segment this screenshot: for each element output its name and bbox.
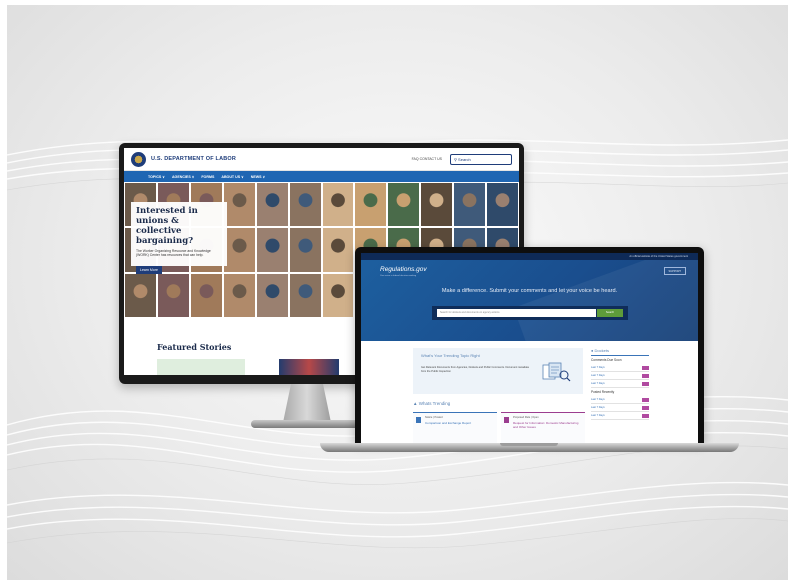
docket-row-label: Last 7 Days bbox=[591, 374, 605, 377]
activity-card-type: Notice | Posted bbox=[425, 416, 443, 419]
trending-title: What's Your Trending Topic Right bbox=[421, 353, 480, 358]
monitor-stand-base bbox=[251, 420, 363, 428]
activity-card[interactable]: Notice | Posted Comparison and Exchange … bbox=[413, 412, 497, 443]
docket-row-label: Last 7 Days bbox=[591, 398, 605, 401]
collage-photo bbox=[222, 272, 256, 318]
collage-photo bbox=[222, 227, 256, 273]
documents-search-icon bbox=[542, 362, 571, 382]
activity-heading-text: Whats Trending bbox=[418, 401, 451, 406]
gov-banner: An official website of the United States… bbox=[361, 253, 698, 260]
regulations-hero: Regulations.gov Your voice in federal de… bbox=[361, 260, 698, 341]
docket-row[interactable]: Last 7 Days bbox=[591, 364, 649, 372]
docket-row-label: Last 7 Days bbox=[591, 382, 605, 385]
featured-stories-heading: Featured Stories bbox=[157, 342, 232, 352]
collage-photo bbox=[288, 227, 322, 273]
dol-search-input[interactable]: ⚲ Search bbox=[450, 153, 512, 165]
docket-row-label: Last 7 Days bbox=[591, 366, 605, 369]
dol-main-nav: TOPICS ∨ AGENCIES ∨ FORMS ABOUT US ∨ NEW… bbox=[124, 171, 519, 182]
collage-photo bbox=[288, 272, 322, 318]
collage-photo bbox=[189, 272, 223, 318]
activity-card-type: Proposed Rule | Open bbox=[513, 416, 539, 419]
hero-body: The Worker Organizing Resource and Knowl… bbox=[136, 249, 211, 258]
nav-item-agencies[interactable]: AGENCIES ∨ bbox=[172, 175, 194, 179]
laptop-screen: An official website of the United States… bbox=[361, 253, 698, 443]
count-badge bbox=[642, 381, 649, 386]
regulations-tagline: Make a difference. Submit your comments … bbox=[441, 288, 618, 294]
collage-photo bbox=[321, 227, 355, 273]
count-badge bbox=[642, 397, 649, 402]
document-icon bbox=[416, 417, 421, 423]
regulations-logo[interactable]: Regulations.gov bbox=[380, 266, 427, 273]
dockets-heading-text: Dockets bbox=[594, 348, 609, 353]
regulations-search-bar: Search for dockets and documents on agen… bbox=[432, 306, 628, 320]
dol-header-links[interactable]: FAQ CONTACT US bbox=[412, 157, 442, 161]
laptop-notch bbox=[500, 443, 558, 446]
collage-photo bbox=[156, 272, 190, 318]
activity-card-title[interactable]: Request for Information: Domestic Manufa… bbox=[513, 421, 581, 429]
dol-site-title[interactable]: U.S. DEPARTMENT OF LABOR bbox=[151, 156, 236, 162]
comments-due-heading: Comments Due Soon bbox=[591, 355, 649, 364]
collage-photo bbox=[288, 182, 322, 228]
laptop: An official website of the United States… bbox=[355, 247, 704, 443]
regulations-search-button[interactable]: Search bbox=[597, 309, 623, 317]
collage-photo bbox=[486, 182, 519, 228]
docket-row-label: Last 7 Days bbox=[591, 406, 605, 409]
dol-search-placeholder: Search bbox=[458, 156, 471, 162]
activity-card[interactable]: Proposed Rule | Open Request for Informa… bbox=[501, 412, 585, 443]
learn-more-button[interactable]: Learn More bbox=[136, 265, 162, 274]
dol-seal-logo[interactable] bbox=[131, 151, 146, 167]
nav-item-news[interactable]: NEWS ∨ bbox=[251, 175, 265, 179]
regulations-logo-subtitle: Your voice in federal decision-making bbox=[380, 275, 417, 277]
count-badge bbox=[642, 413, 649, 418]
collage-photo bbox=[255, 227, 289, 273]
nav-item-topics[interactable]: TOPICS ∨ bbox=[148, 175, 165, 179]
document-icon bbox=[504, 417, 509, 423]
dockets-heading: ● Dockets bbox=[591, 348, 649, 353]
docket-row[interactable]: Last 7 Days bbox=[591, 412, 649, 420]
count-badge bbox=[642, 373, 649, 378]
nav-item-forms[interactable]: FORMS bbox=[201, 175, 214, 179]
collage-photo bbox=[321, 182, 355, 228]
count-badge bbox=[642, 365, 649, 370]
activity-card-title[interactable]: Comparison and Exchange Report bbox=[425, 421, 493, 425]
trending-box: What's Your Trending Topic Right Get Rel… bbox=[413, 348, 583, 394]
trending-text: Get Relevant Documents from Agencies, Do… bbox=[421, 366, 529, 373]
collage-photo bbox=[124, 272, 157, 318]
posted-recently-heading: Posted Recently bbox=[591, 390, 615, 394]
count-badge bbox=[642, 405, 649, 410]
dockets-sidebar: ● Dockets Comments Due Soon Last 7 Days … bbox=[591, 348, 649, 420]
collage-photo bbox=[321, 272, 355, 318]
nav-item-about[interactable]: ABOUT US ∨ bbox=[221, 175, 243, 179]
featured-story-photo[interactable] bbox=[279, 359, 339, 375]
activity-heading: ▲ Whats Trending bbox=[413, 401, 450, 406]
support-button[interactable]: SUPPORT bbox=[663, 267, 686, 275]
collage-photo bbox=[222, 182, 256, 228]
featured-story-card[interactable] bbox=[157, 359, 245, 375]
collage-photo bbox=[453, 182, 487, 228]
hero-heading: Interested in unions & collective bargai… bbox=[136, 206, 198, 246]
hero-card: Interested in unions & collective bargai… bbox=[131, 202, 227, 274]
collage-photo bbox=[387, 182, 421, 228]
collage-photo bbox=[255, 272, 289, 318]
docket-row[interactable]: Last 7 Days bbox=[591, 404, 649, 412]
collage-photo bbox=[420, 182, 454, 228]
docket-row[interactable]: Last 7 Days bbox=[591, 372, 649, 380]
dol-header: U.S. DEPARTMENT OF LABOR FAQ CONTACT US … bbox=[124, 148, 519, 171]
collage-photo bbox=[354, 182, 388, 228]
regulations-search-input[interactable]: Search for dockets and documents on agen… bbox=[437, 309, 596, 317]
docket-row[interactable]: Last 7 Days bbox=[591, 396, 649, 404]
collage-photo bbox=[255, 182, 289, 228]
docket-row[interactable]: Last 7 Days bbox=[591, 380, 649, 388]
docket-row-label: Last 7 Days bbox=[591, 414, 605, 417]
